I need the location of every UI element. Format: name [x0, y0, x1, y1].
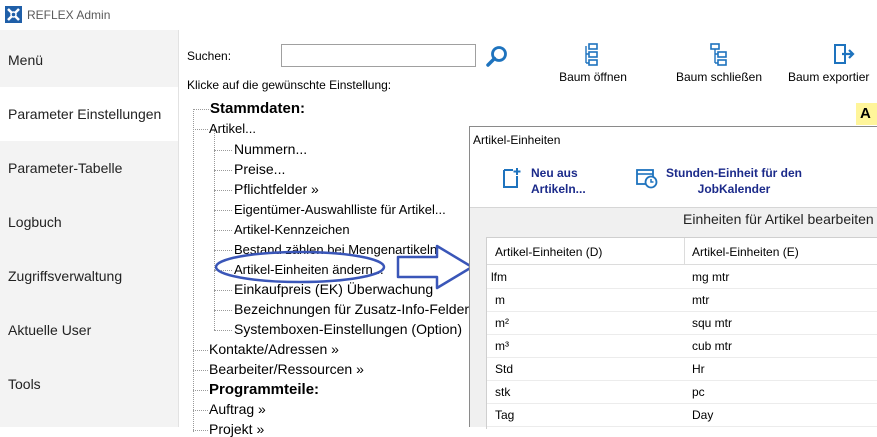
new-from-articles-button[interactable]: Neu aus Artikeln...	[500, 165, 620, 199]
sidebar-item-logbuch[interactable]: Logbuch	[0, 195, 178, 249]
export-tree-label: Baum exportier	[788, 70, 870, 84]
tree-item-artikel[interactable]: Artikel...	[209, 121, 256, 136]
export-tree-button[interactable]: Baum exportier	[788, 42, 877, 90]
tree-heading-programmteile: Programmteile:	[209, 381, 320, 398]
sidebar-item-label: Parameter-Tabelle	[8, 160, 123, 176]
sidebar-item-label: Zugriffsverwaltung	[8, 268, 123, 284]
window-title: REFLEX Admin	[27, 8, 111, 22]
close-tree-label: Baum schließen	[675, 70, 763, 84]
search-input[interactable]	[281, 44, 476, 67]
open-tree-label: Baum öffnen	[559, 70, 627, 84]
sidebar-item-label: Parameter Einstellungen	[8, 106, 162, 122]
table-row[interactable]: Tag Day	[487, 403, 877, 427]
hint-text: Klicke auf die gewünschte Einstellung:	[187, 78, 392, 92]
title-bar: REFLEX Admin	[0, 0, 877, 30]
close-tree-button[interactable]: Baum schließen	[670, 42, 768, 90]
tree-item-bearbeiter[interactable]: Bearbeiter/Ressourcen »	[209, 361, 364, 377]
search-label: Suchen:	[187, 49, 232, 63]
hours-unit-button[interactable]: Stunden-Einheit für den JobKalender	[636, 165, 856, 199]
sidebar-item-label: Logbuch	[8, 214, 62, 230]
tree-expand-icon	[585, 43, 598, 66]
table-row[interactable]: m³ cub mtr	[487, 334, 877, 358]
sidebar-item-menu[interactable]: Menü	[0, 33, 178, 87]
tree-item-auftrag[interactable]: Auftrag »	[209, 401, 266, 417]
sidebar-item-parameter-tabelle[interactable]: Parameter-Tabelle	[0, 141, 178, 195]
new-document-icon	[503, 168, 521, 188]
column-header-en[interactable]: Artikel-Einheiten (E)	[692, 245, 799, 259]
dialog-toolbar: Neu aus Artikeln... Stunden-Einheit für …	[470, 153, 877, 208]
dialog-heading: Einheiten für Artikel bearbeiten	[683, 211, 874, 227]
status-badge: A	[856, 103, 877, 125]
tree-item-preise[interactable]: Preise...	[234, 161, 285, 177]
tree-item-pflichtfelder[interactable]: Pflichtfelder »	[234, 181, 319, 197]
tree-item-nummern[interactable]: Nummern...	[234, 141, 307, 157]
app-logo-icon	[5, 6, 22, 23]
table-row[interactable]: m mtr	[487, 288, 877, 312]
sidebar-item-aktuelle-user[interactable]: Aktuelle User	[0, 303, 178, 357]
search-icon[interactable]	[484, 44, 510, 70]
tree-item-bezeichnungen[interactable]: Bezeichnungen für Zusatz-Info-Felder	[234, 301, 469, 317]
units-table: Artikel-Einheiten (D) Artikel-Einheiten …	[486, 237, 877, 429]
table-row[interactable]: lfm mg mtr	[487, 265, 877, 289]
sidebar-item-parameter-einstellungen[interactable]: Parameter Einstellungen	[0, 87, 178, 141]
sidebar-item-zugriffsverwaltung[interactable]: Zugriffsverwaltung	[0, 249, 178, 303]
calendar-clock-icon	[636, 169, 658, 189]
sidebar-item-label: Aktuelle User	[8, 322, 92, 338]
dialog-title-bar[interactable]: Artikel-Einheiten	[470, 127, 877, 154]
highlight-annotation	[214, 244, 474, 290]
artikel-einheiten-dialog: Artikel-Einheiten Neu aus Artikeln... St…	[469, 126, 877, 429]
tree-heading-stammdaten: Stammdaten:	[210, 100, 306, 117]
table-row[interactable]: m² squ mtr	[487, 311, 877, 335]
column-header-de[interactable]: Artikel-Einheiten (D)	[495, 245, 602, 259]
table-header: Artikel-Einheiten (D) Artikel-Einheiten …	[487, 238, 877, 265]
sidebar-item-label: Menü	[8, 52, 44, 68]
tree-item-kontakte[interactable]: Kontakte/Adressen »	[209, 341, 339, 357]
sidebar-item-label: Tools	[8, 376, 41, 392]
table-row[interactable]: stk pc	[487, 380, 877, 404]
table-row[interactable]: Std Hr	[487, 357, 877, 381]
tree-item-systemboxen[interactable]: Systemboxen-Einstellungen (Option)	[234, 321, 462, 337]
tree-item-eigentuemer[interactable]: Eigentümer-Auswahlliste für Artikel...	[234, 202, 446, 217]
export-icon	[834, 44, 855, 64]
open-tree-button[interactable]: Baum öffnen	[552, 42, 634, 90]
tree-item-projekt[interactable]: Projekt »	[209, 421, 264, 437]
dialog-title: Artikel-Einheiten	[473, 133, 561, 147]
tree-collapse-icon	[710, 43, 727, 66]
sidebar: Menü Parameter Einstellungen Parameter-T…	[0, 30, 179, 427]
sidebar-item-tools[interactable]: Tools	[0, 357, 178, 411]
tree-item-artikel-kennzeichen[interactable]: Artikel-Kennzeichen	[234, 222, 350, 237]
